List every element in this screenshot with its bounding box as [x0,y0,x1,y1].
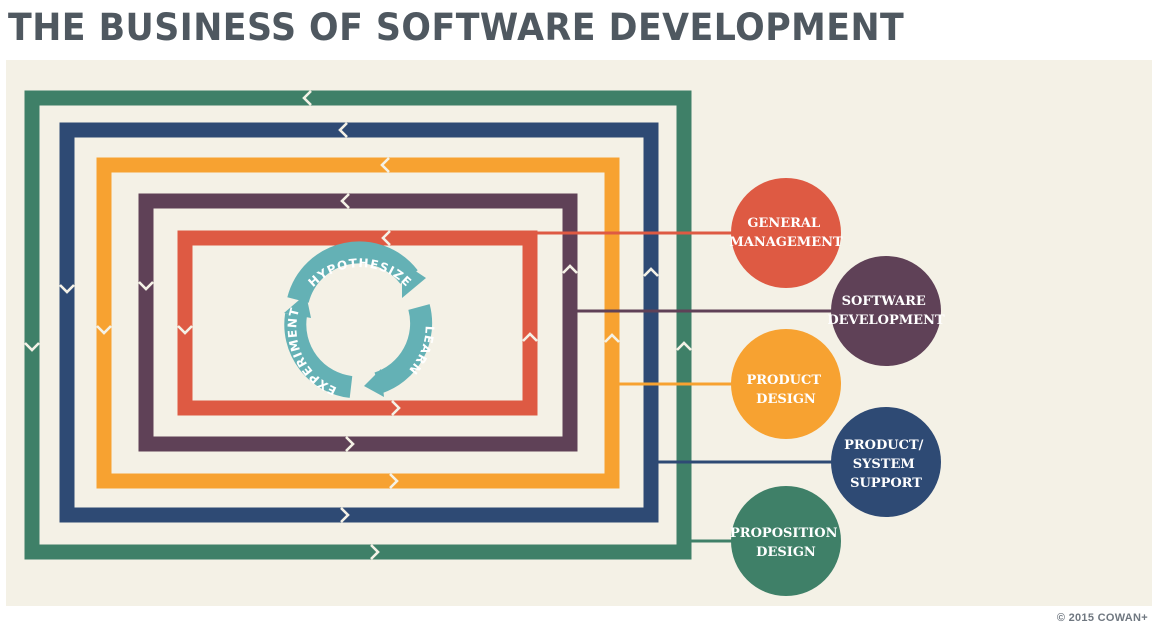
learning-cycle: HYPOTHESIZE LEARN EXPERIMENT [284,241,436,398]
node-circle [731,486,841,596]
cycle-arrowhead [364,369,384,397]
node-label: PRODUCT/ SYSTEM SUPPORT [844,438,928,491]
node-product-design: PRODUCT DESIGN [731,329,841,439]
node-product-system-support: PRODUCT/ SYSTEM SUPPORT [831,407,941,517]
page-title: THE BUSINESS OF SOFTWARE DEVELOPMENT [8,6,905,49]
node-software-development: SOFTWARE DEVELOPMENT [827,256,945,366]
node-proposition-design: PROPOSITION DESIGN [730,486,841,596]
node-circle [831,256,941,366]
business-of-software-diagram: HYPOTHESIZE LEARN EXPERIMENT GENERAL MAN… [24,90,945,596]
role-nodes: GENERAL MANAGEMENT SOFTWARE DEVELOPMENT … [729,178,945,596]
copyright-notice: © 2015 COWAN+ [1056,612,1148,624]
node-circle [731,178,841,288]
node-general-management: GENERAL MANAGEMENT [729,178,843,288]
diagram-canvas: HYPOTHESIZE LEARN EXPERIMENT GENERAL MAN… [6,60,1152,606]
